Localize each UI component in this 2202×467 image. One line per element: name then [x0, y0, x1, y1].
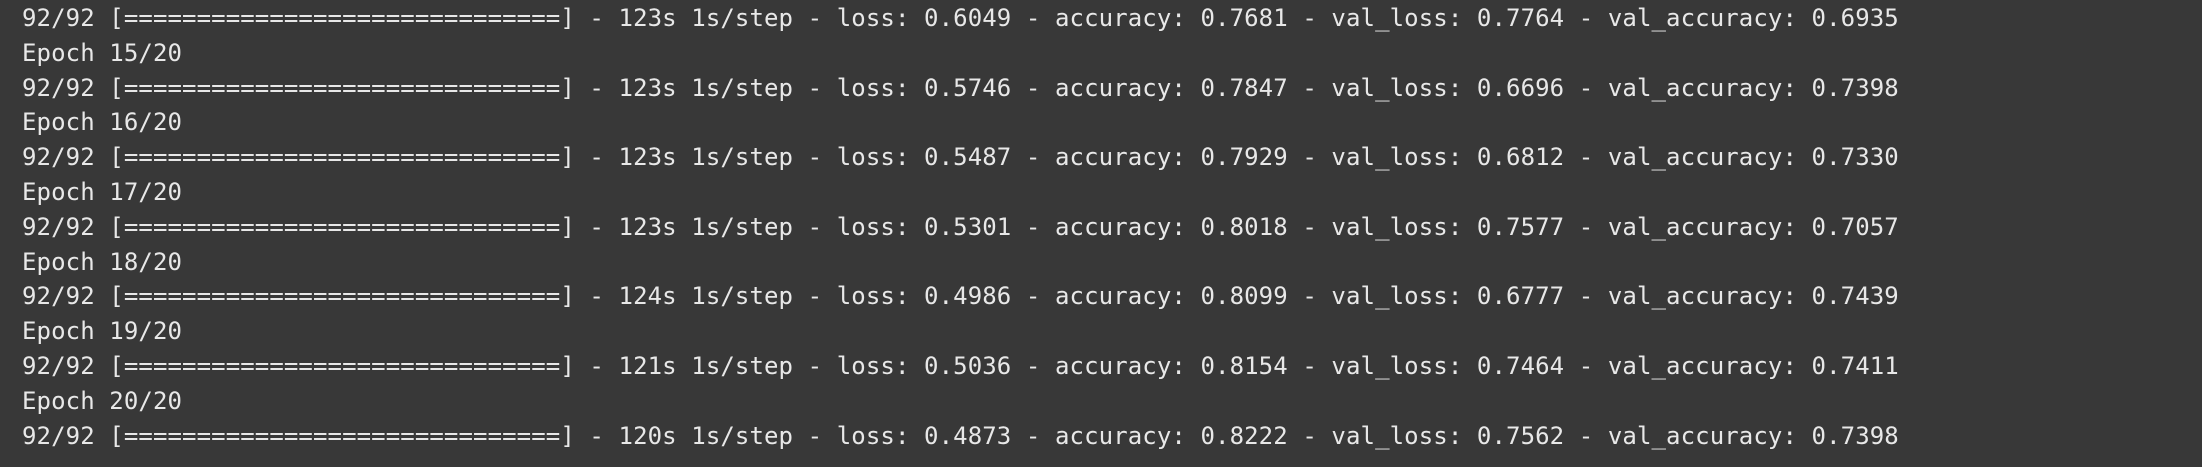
progress-line: 92/92 [==============================] -…: [22, 282, 1899, 311]
progress-line: 92/92 [==============================] -…: [22, 143, 1899, 172]
progress-line: 92/92 [==============================] -…: [22, 421, 1899, 450]
progress-line: 92/92 [==============================] -…: [22, 351, 1899, 380]
epoch-line: Epoch 15/20: [22, 38, 183, 67]
epoch-line: Epoch 19/20: [22, 317, 183, 346]
terminal-output: 92/92 [==============================] -…: [0, 1, 2202, 467]
epoch-line: Epoch 17/20: [22, 177, 183, 206]
progress-line: 92/92 [==============================] -…: [22, 212, 1899, 241]
epoch-line: Epoch 18/20: [22, 247, 183, 276]
progress-line: 92/92 [==============================] -…: [22, 4, 1899, 32]
epoch-line: Epoch 16/20: [22, 108, 183, 137]
progress-line: 92/92 [==============================] -…: [22, 73, 1899, 102]
epoch-line: Epoch 20/20: [22, 386, 183, 415]
